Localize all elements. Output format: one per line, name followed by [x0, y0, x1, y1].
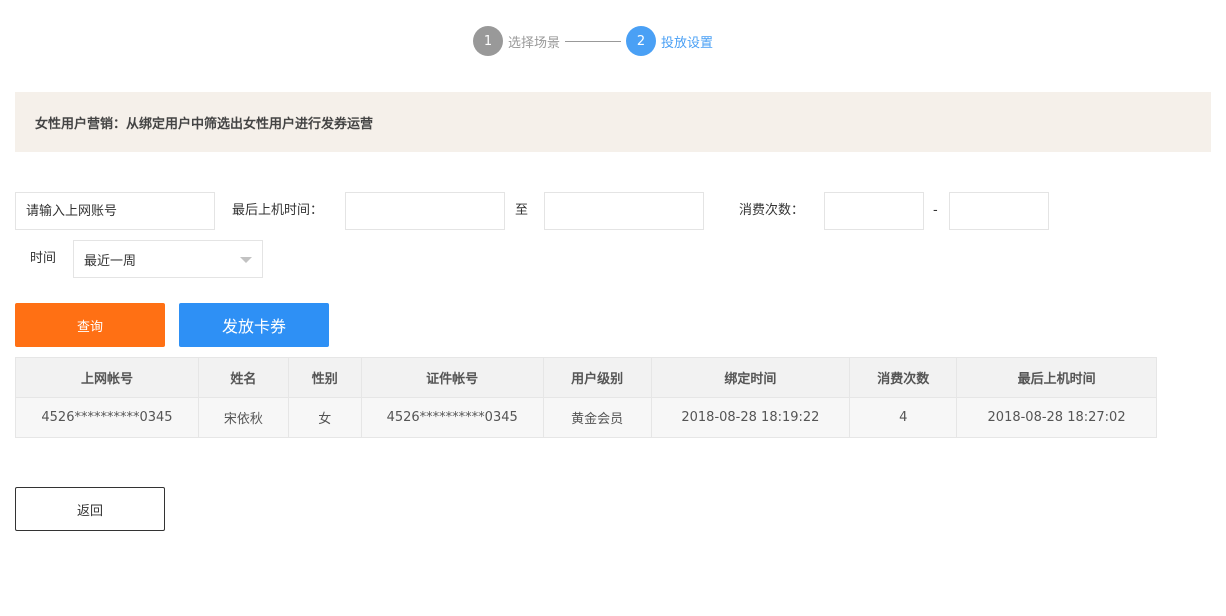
consume-max-box[interactable]	[949, 192, 1049, 230]
back-button[interactable]: 返回	[15, 487, 165, 531]
step-indicator: 1 选择场景 2 投放设置	[473, 26, 713, 56]
user-table: 上网帐号 姓名 性别 证件帐号 用户级别 绑定时间 消费次数 最后上机时间 45…	[15, 357, 1157, 438]
cell-last-online: 2018-08-28 18:27:02	[956, 397, 1157, 438]
cell-bind-time: 2018-08-28 18:19:22	[650, 397, 851, 438]
date-start-box[interactable]	[345, 192, 505, 230]
consume-max-input[interactable]	[960, 193, 1038, 229]
step-connector	[565, 40, 622, 42]
col-header-id: 证件帐号	[360, 357, 544, 398]
chevron-down-icon	[240, 257, 252, 263]
account-input[interactable]	[26, 193, 204, 229]
col-header-last-online: 最后上机时间	[956, 357, 1157, 398]
date-end-box[interactable]	[544, 192, 704, 230]
col-header-consume-count: 消费次数	[849, 357, 958, 398]
cell-name: 宋依秋	[197, 397, 289, 438]
step-2-label: 投放设置	[661, 35, 714, 51]
cell-consume-count: 4	[849, 397, 958, 438]
time-select-value: 最近一周	[84, 253, 137, 269]
cell-gender: 女	[287, 397, 362, 438]
scene-banner: 女性用户营销：从绑定用户中筛选出女性用户进行发券运营	[15, 92, 1211, 152]
date-end-input[interactable]	[555, 193, 693, 229]
cell-id: 4526**********0345	[360, 397, 544, 438]
last-online-label: 最后上机时间：	[232, 203, 324, 218]
account-input-box[interactable]	[15, 192, 215, 230]
date-start-input[interactable]	[356, 193, 494, 229]
step-1-label: 选择场景	[508, 35, 561, 51]
col-header-gender: 性别	[287, 357, 362, 398]
step-2-circle: 2	[626, 26, 657, 56]
col-header-account: 上网帐号	[15, 357, 199, 398]
consume-label: 消费次数：	[739, 203, 805, 218]
scene-description: 女性用户营销：从绑定用户中筛选出女性用户进行发券运营	[35, 116, 374, 132]
table-row: 4526**********0345 宋依秋 女 4526**********0…	[15, 397, 1157, 438]
cell-account: 4526**********0345	[15, 397, 199, 438]
consume-min-input[interactable]	[835, 193, 913, 229]
time-label: 时间	[30, 251, 57, 266]
issue-coupon-button[interactable]: 发放卡券	[179, 303, 329, 347]
cell-level: 黄金会员	[542, 397, 652, 438]
to-label: 至	[515, 203, 529, 218]
step-1-circle: 1	[473, 26, 503, 56]
time-select[interactable]: 最近一周	[73, 240, 263, 278]
col-header-bind-time: 绑定时间	[650, 357, 851, 398]
consume-min-box[interactable]	[824, 192, 924, 230]
col-header-name: 姓名	[197, 357, 289, 398]
col-header-level: 用户级别	[542, 357, 652, 398]
table-header-row: 上网帐号 姓名 性别 证件帐号 用户级别 绑定时间 消费次数 最后上机时间	[15, 357, 1157, 398]
range-dash: -	[933, 203, 938, 218]
query-button[interactable]: 查询	[15, 303, 165, 347]
